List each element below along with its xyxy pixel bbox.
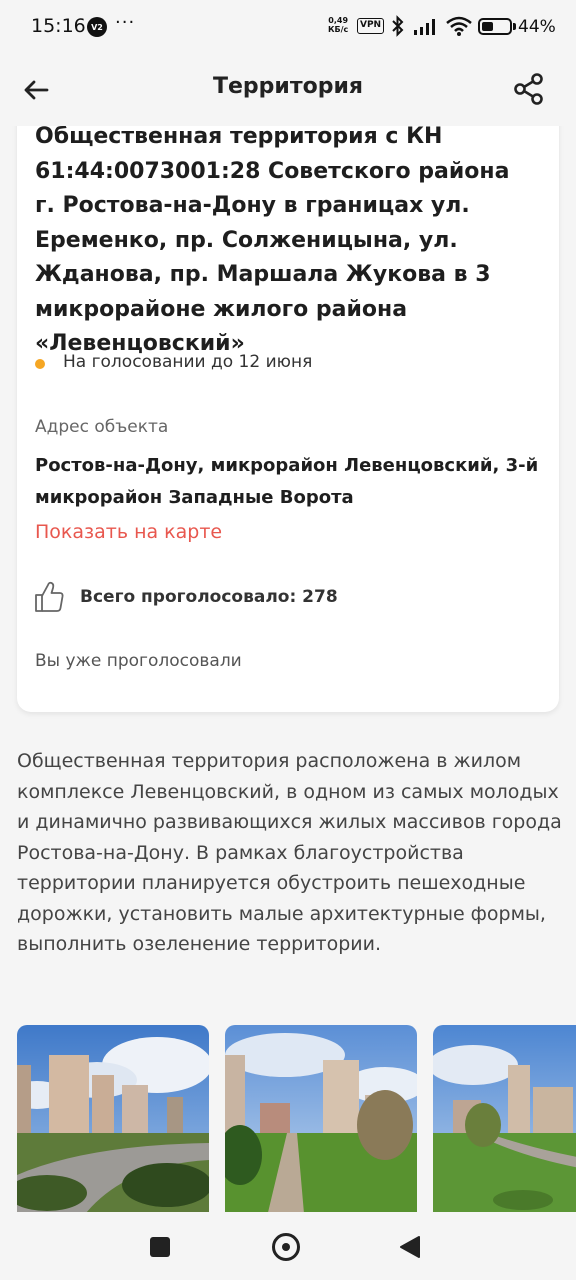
battery-tip xyxy=(513,23,516,30)
photo-gallery[interactable] xyxy=(17,1025,576,1212)
circle-icon[interactable] xyxy=(272,1233,300,1261)
show-on-map-link[interactable]: Показать на карте xyxy=(35,521,222,543)
battery-icon xyxy=(478,18,512,35)
status-dot xyxy=(35,359,45,369)
photo-image xyxy=(17,1025,209,1212)
vpn-icon: VPN xyxy=(357,18,385,34)
network-speed-value: 0,49 xyxy=(328,16,349,25)
territory-description: Общественная территория расположена в жи… xyxy=(17,750,562,955)
territory-title: Общественная территория с КН 61:44:00730… xyxy=(35,126,510,356)
square-icon[interactable] xyxy=(150,1237,170,1257)
more-notifications-icon: ··· xyxy=(115,12,136,33)
share-icon[interactable] xyxy=(512,72,546,106)
signal-icon xyxy=(414,19,435,35)
photo-image xyxy=(433,1025,576,1212)
thumbs-up-icon xyxy=(35,581,64,612)
gallery-photo[interactable] xyxy=(433,1025,576,1212)
votes-count: Всего проголосовало: 278 xyxy=(80,587,338,607)
voting-status: На голосовании до 12 июня xyxy=(63,352,313,372)
v2-icon: V2 xyxy=(87,17,107,37)
network-speed-unit: КБ/с xyxy=(328,25,349,34)
system-nav-bar xyxy=(0,1212,576,1280)
territory-card: Общественная территория с КН 61:44:00730… xyxy=(17,126,559,712)
gallery-photo[interactable] xyxy=(225,1025,417,1212)
photo-image xyxy=(225,1025,417,1212)
bluetooth-icon xyxy=(392,15,404,37)
address-value: Ростов-на-Дону, микрорайон Левенцовский,… xyxy=(35,455,539,508)
battery-level xyxy=(482,22,493,31)
status-bar: 15:16 V2 ··· 0,49 КБ/с VPN 44% xyxy=(0,0,576,56)
wifi-icon xyxy=(446,16,472,36)
app-bar: Территория xyxy=(0,56,576,126)
triangle-icon[interactable] xyxy=(399,1235,421,1259)
address-label: Адрес объекта xyxy=(35,417,169,437)
battery-percent: 44% xyxy=(518,17,556,37)
voted-note: Вы уже проголосовали xyxy=(35,651,242,671)
gallery-photo[interactable] xyxy=(17,1025,209,1212)
status-time: 15:16 xyxy=(31,15,86,37)
page-title: Территория xyxy=(213,74,363,99)
home-dot xyxy=(282,1243,290,1251)
network-speed: 0,49 КБ/с xyxy=(328,16,348,34)
scroll-content[interactable]: Общественная территория с КН 61:44:00730… xyxy=(0,126,576,1212)
